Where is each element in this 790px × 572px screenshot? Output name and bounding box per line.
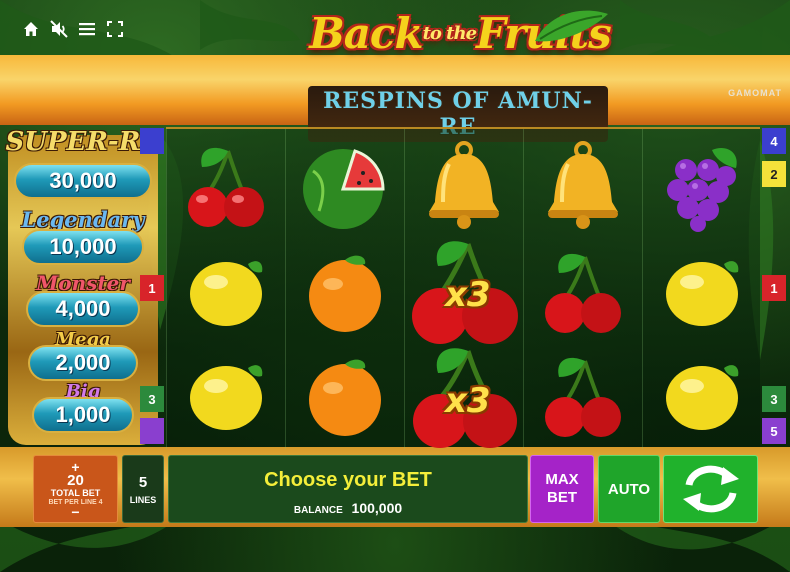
orange-symbol (286, 343, 404, 449)
total-bet-label: TOTAL BET (50, 488, 101, 498)
reel-1 (166, 129, 284, 449)
sound-muted-icon[interactable] (50, 20, 68, 38)
max-bet-button[interactable]: MAX BET (530, 455, 594, 523)
lines-panel: 5 LINES (122, 455, 164, 523)
watermelon-icon (303, 149, 385, 229)
reel-area: x3 x3 (166, 127, 760, 449)
brand-label: GAMOMAT (728, 88, 782, 98)
logo-title-main: Back (309, 9, 423, 58)
bell-icon (548, 141, 618, 229)
jackpot-value-big: 1,000 (32, 397, 134, 433)
watermelon-symbol (286, 133, 404, 239)
orange-icon (309, 359, 381, 436)
lemon-icon (666, 365, 739, 430)
bet-decrease-button[interactable]: − (71, 505, 79, 519)
spin-button[interactable] (663, 455, 758, 523)
line-marker-right-4: 4 (762, 128, 786, 154)
lines-value: 5 (138, 473, 148, 491)
lemon-icon (190, 365, 263, 430)
fullscreen-icon[interactable] (106, 20, 124, 38)
game-logo: Backto theFruits RESPINS OF AMUN-RE (300, 6, 620, 142)
bell-symbol (524, 133, 642, 239)
line-marker-left-1: 1 (140, 275, 164, 301)
cherry-symbol (524, 343, 642, 449)
orange-symbol (286, 239, 404, 345)
jackpot-value-mega: 2,000 (28, 345, 138, 381)
control-bar: + 20 TOTAL BET BET PER LINE 4 − 5 LINES … (30, 455, 760, 525)
lemon-icon (666, 261, 739, 326)
line-marker-left-5 (140, 418, 164, 444)
home-icon[interactable] (22, 20, 40, 38)
logo-title-small: to the (422, 23, 477, 44)
message-panel: Choose your BET BALANCE 100,000 (168, 455, 528, 523)
cherry-multiplier-symbol: x3 (405, 343, 523, 449)
reel-2 (285, 129, 403, 449)
jackpot-value-monster: 4,000 (26, 291, 140, 327)
multiplier-label: x3 (445, 275, 491, 315)
grapes-symbol (643, 133, 761, 239)
lemon-symbol (167, 239, 285, 345)
cherry-symbol (524, 239, 642, 345)
multiplier-label: x3 (445, 381, 491, 421)
lines-label: LINES (129, 494, 157, 505)
bet-per-line-value: 4 (98, 499, 103, 506)
grapes-icon (667, 148, 737, 232)
bell-icon (429, 141, 499, 229)
auto-label: AUTO (607, 480, 651, 498)
reel-3: x3 x3 (404, 129, 522, 449)
orange-icon (309, 255, 381, 332)
total-bet-panel: + 20 TOTAL BET BET PER LINE 4 − (33, 455, 118, 523)
spin-arrows-icon (682, 465, 739, 513)
balance-label: BALANCE (293, 504, 343, 516)
leaf-icon (535, 10, 608, 42)
reel-5 (642, 129, 760, 449)
line-marker-left-3: 3 (140, 386, 164, 412)
cherry-icon (545, 357, 621, 437)
line-marker-right-5: 5 (762, 418, 786, 444)
cherry-icon (188, 147, 264, 227)
line-marker-right-2: 2 (762, 161, 786, 187)
cherry-icon (545, 253, 621, 333)
lemon-symbol (167, 343, 285, 449)
top-controls (22, 20, 124, 38)
line-marker-left-4 (140, 128, 164, 154)
balance-row: BALANCE 100,000 (294, 500, 402, 516)
jackpot-value-legendary: 10,000 (22, 229, 144, 265)
total-bet-value: 20 (67, 472, 84, 489)
line-marker-right-3: 3 (762, 386, 786, 412)
auto-button[interactable]: AUTO (598, 455, 660, 523)
lemon-symbol (643, 239, 761, 345)
lemon-symbol (643, 343, 761, 449)
cherry-symbol (167, 133, 285, 239)
bell-symbol (405, 133, 523, 239)
reel-4 (523, 129, 641, 449)
jackpot-value-super-ra: 30,000 (14, 163, 152, 199)
line-marker-right-1: 1 (762, 275, 786, 301)
menu-icon[interactable] (78, 20, 96, 38)
cherry-multiplier-symbol: x3 (405, 235, 523, 349)
bet-message: Choose your BET (264, 468, 432, 491)
balance-value: 100,000 (351, 499, 403, 516)
max-bet-label: MAX BET (545, 471, 579, 506)
lemon-icon (190, 261, 263, 326)
